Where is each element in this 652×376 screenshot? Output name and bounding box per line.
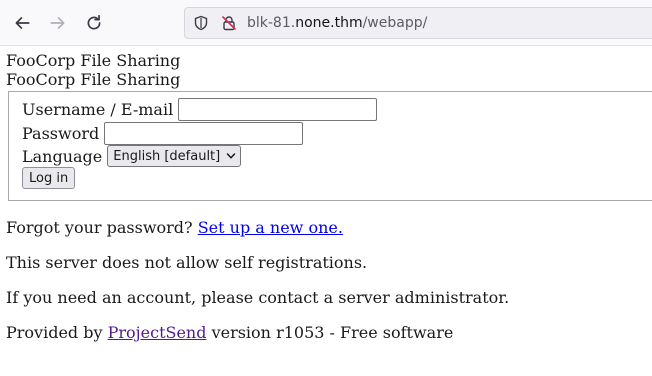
no-registration-text: This server does not allow self registra…: [6, 253, 368, 272]
login-form: Username / E-mail Password Language Engl…: [8, 91, 652, 201]
chevron-down-icon: [226, 153, 236, 159]
arrow-left-icon: [15, 17, 30, 29]
language-label: Language: [22, 146, 103, 166]
insecure-lock-icon[interactable]: [221, 15, 237, 31]
url-text: blk-81.none.thm/webapp/: [247, 15, 427, 31]
username-row: Username / E-mail: [22, 98, 378, 121]
reload-button[interactable]: [81, 10, 107, 36]
forgot-password-line: Forgot your password? Set up a new one.: [6, 218, 343, 237]
forward-button[interactable]: [45, 10, 71, 36]
page-subtitle: FooCorp File Sharing: [6, 70, 181, 89]
url-path: /webapp/: [362, 15, 428, 31]
login-button[interactable]: Log in: [22, 167, 76, 189]
shield-icon[interactable]: [193, 15, 209, 31]
password-row: Password: [22, 122, 304, 145]
password-label: Password: [22, 124, 100, 143]
page-title: FooCorp File Sharing: [6, 51, 181, 70]
reset-password-link[interactable]: Set up a new one.: [198, 218, 343, 237]
version-text: version r1053 - Free software: [211, 323, 454, 342]
contact-admin-text: If you need an account, please contact a…: [6, 288, 510, 307]
provided-by-text: Provided by: [6, 323, 103, 342]
language-row: Language English [default]: [22, 145, 242, 167]
browser-toolbar: blk-81.none.thm/webapp/: [0, 0, 652, 46]
language-select[interactable]: English [default]: [107, 145, 242, 167]
username-label: Username / E-mail: [22, 100, 174, 119]
arrow-right-icon: [50, 17, 65, 29]
reload-icon: [87, 14, 101, 30]
address-bar[interactable]: blk-81.none.thm/webapp/: [184, 7, 652, 39]
url-host-domain: none.thm: [295, 15, 363, 31]
forgot-password-text: Forgot your password?: [6, 218, 193, 237]
back-button[interactable]: [9, 10, 35, 36]
projectsend-link[interactable]: ProjectSend: [108, 323, 207, 342]
password-input[interactable]: [104, 122, 304, 145]
footer-line: Provided by ProjectSend version r1053 - …: [6, 323, 453, 342]
url-host-prefix: blk-81.: [247, 15, 296, 31]
username-input[interactable]: [178, 98, 378, 121]
language-selected: English [default]: [113, 148, 221, 164]
page-content: FooCorp File Sharing FooCorp File Sharin…: [0, 47, 652, 376]
